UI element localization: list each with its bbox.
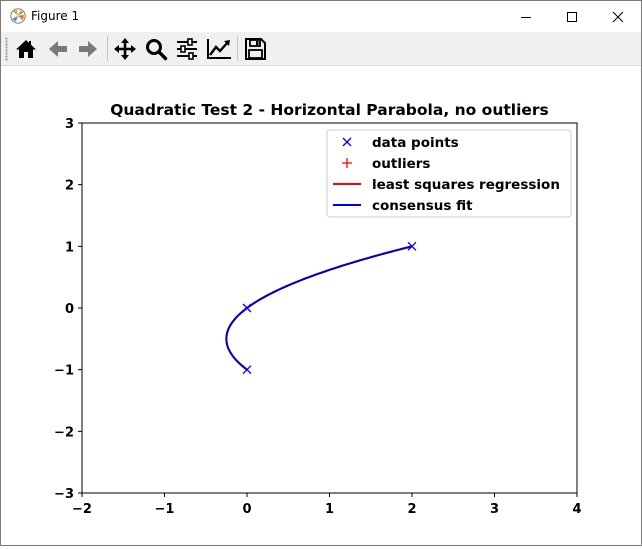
arrow-left-icon	[49, 41, 67, 57]
save-icon	[245, 38, 266, 60]
window-title: Figure 1	[31, 9, 80, 23]
legend-label: consensus fit	[372, 198, 473, 214]
y-tick-label: 0	[65, 302, 74, 317]
figure-canvas[interactable]: Quadratic Test 2 - Horizontal Parabola, …	[1, 66, 641, 545]
data-point	[242, 303, 252, 313]
move-icon	[114, 38, 136, 60]
zoom-button[interactable]	[142, 35, 170, 63]
maximize-button[interactable]	[549, 1, 595, 32]
minimize-icon	[521, 16, 531, 18]
x-tick-label: 3	[490, 502, 499, 517]
home-icon	[16, 40, 36, 58]
x-tick-label: 4	[572, 502, 581, 517]
navigation-toolbar	[1, 32, 641, 66]
toolbar-separator	[107, 36, 108, 61]
back-button[interactable]	[44, 35, 72, 63]
arrow-right-icon	[79, 41, 97, 57]
chart[interactable]: Quadratic Test 2 - Horizontal Parabola, …	[1, 66, 641, 545]
toolbar-separator	[237, 36, 238, 61]
figure-window: Figure 1 Quadratic Test 2 - Horizontal P…	[0, 0, 642, 546]
toolbar-grip[interactable]	[5, 37, 8, 61]
forward-button[interactable]	[74, 35, 102, 63]
least-squares-line	[225, 245, 413, 371]
title-bar: Figure 1	[1, 1, 641, 32]
y-tick-label: 2	[65, 179, 74, 194]
pan-button[interactable]	[111, 35, 139, 63]
line-chart-icon	[207, 39, 231, 59]
close-button[interactable]	[595, 1, 641, 32]
x-tick-label: −2	[72, 502, 92, 517]
data-point	[242, 365, 252, 375]
home-button[interactable]	[12, 35, 40, 63]
chart-title: Quadratic Test 2 - Horizontal Parabola, …	[110, 101, 549, 119]
y-tick-label: 1	[65, 240, 74, 255]
legend-label: data points	[372, 135, 459, 151]
legend-label: least squares regression	[372, 177, 560, 193]
legend-label: outliers	[372, 156, 430, 172]
x-tick-label: 0	[242, 502, 251, 517]
legend: data points outliers least squares regress…	[326, 129, 572, 218]
y-tick-label: 3	[65, 117, 74, 132]
maximize-icon	[567, 11, 577, 22]
matplotlib-icon[interactable]	[10, 8, 26, 24]
y-tick-label: −1	[54, 364, 74, 379]
close-icon	[612, 11, 624, 22]
subplots-button[interactable]	[173, 35, 201, 63]
y-tick-label: −2	[54, 425, 74, 440]
zoom-icon	[146, 39, 168, 61]
save-button[interactable]	[241, 35, 269, 63]
x-tick-label: 2	[407, 502, 416, 517]
consensus-fit-line	[225, 245, 413, 371]
x-tick-label: 1	[325, 502, 334, 517]
customize-button[interactable]	[205, 35, 233, 63]
sliders-icon	[177, 38, 197, 60]
x-tick-label: −1	[155, 502, 175, 517]
y-tick-label: −3	[54, 487, 74, 502]
minimize-button[interactable]	[503, 1, 549, 32]
